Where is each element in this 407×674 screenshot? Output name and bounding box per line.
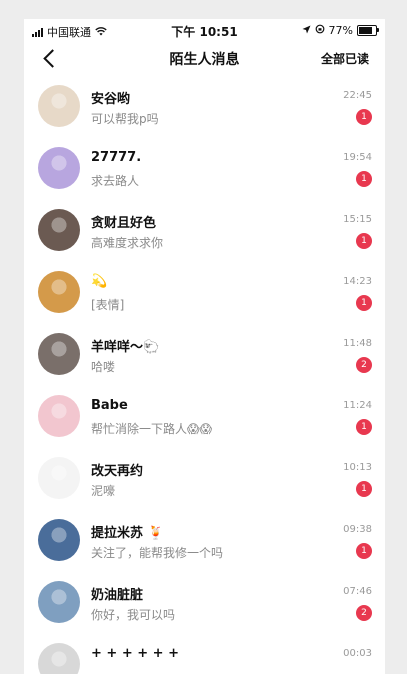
message-preview: 高难度求求你	[91, 236, 164, 250]
avatar[interactable]	[38, 271, 80, 313]
conversation-list: 安谷哟 可以帮我p吗 22:45 1 27777. 求去路人 19:54 1 贪…	[24, 77, 385, 674]
avatar[interactable]	[38, 333, 80, 375]
conversation-row[interactable]: 💫 [表情] 14:23 1	[24, 263, 385, 325]
message-time: 07:46	[343, 586, 372, 597]
status-right: 77%	[302, 24, 379, 37]
avatar[interactable]	[38, 147, 80, 189]
conversation-row[interactable]: Babe 帮忙消除一下路人😱😱 11:24 1	[24, 387, 385, 449]
rotation-lock-icon	[315, 24, 325, 37]
message-preview: 可以帮我p吗	[91, 112, 159, 126]
message-preview: 关注了，能帮我修一个吗	[91, 546, 224, 560]
avatar[interactable]	[38, 519, 80, 561]
unread-badge: 1	[356, 543, 372, 559]
message-time: 15:15	[343, 214, 372, 225]
message-preview: [表情]	[91, 298, 125, 312]
contact-name: 羊咩咩～🐑	[91, 340, 160, 355]
contact-name: 💫	[91, 274, 108, 289]
unread-badge: 1	[356, 481, 372, 497]
conversation-row[interactable]: 改天再约 泥嚎 10:13 1	[24, 449, 385, 511]
unread-badge: 1	[356, 419, 372, 435]
message-time: 19:54	[343, 152, 372, 163]
message-time: 11:24	[343, 400, 372, 411]
contact-name: 改天再约	[91, 464, 144, 479]
mark-all-read-button[interactable]: 全部已读	[321, 50, 369, 67]
conversation-row[interactable]: 贪财且好色 高难度求求你 15:15 1	[24, 201, 385, 263]
message-preview: 你好，我可以吗	[91, 608, 176, 622]
contact-name: 奶油脏脏	[91, 588, 144, 603]
conversation-row[interactable]: + + + + + + 00:03	[24, 635, 385, 674]
battery-icon	[357, 25, 379, 36]
conversation-row[interactable]: 奶油脏脏 你好，我可以吗 07:46 2	[24, 573, 385, 635]
unread-badge: 1	[356, 109, 372, 125]
location-icon	[302, 24, 311, 37]
conversation-row[interactable]: 提拉米苏 🍹 关注了，能帮我修一个吗 09:38 1	[24, 511, 385, 573]
unread-badge: 1	[356, 233, 372, 249]
conversation-row[interactable]: 羊咩咩～🐑 哈喽 11:48 2	[24, 325, 385, 387]
message-preview: 泥嚎	[91, 484, 116, 498]
contact-name: Babe	[91, 398, 128, 413]
message-preview: 求去路人	[91, 174, 140, 188]
message-time: 14:23	[343, 276, 372, 287]
avatar[interactable]	[38, 581, 80, 623]
message-time: 09:38	[343, 524, 372, 535]
avatar[interactable]	[38, 209, 80, 251]
unread-badge: 1	[356, 295, 372, 311]
unread-badge: 1	[356, 171, 372, 187]
contact-name: 27777.	[91, 150, 142, 165]
message-preview: 哈喽	[91, 360, 116, 374]
contact-name: 提拉米苏 🍹	[91, 526, 164, 541]
contact-name: + + + + + +	[91, 646, 179, 661]
avatar[interactable]	[38, 643, 80, 674]
message-time: 10:13	[343, 462, 372, 473]
unread-badge: 2	[356, 605, 372, 621]
message-time: 00:03	[343, 648, 372, 659]
unread-badge: 2	[356, 357, 372, 373]
avatar[interactable]	[38, 395, 80, 437]
message-preview: 帮忙消除一下路人😱😱	[91, 422, 213, 436]
avatar[interactable]	[38, 85, 80, 127]
status-bar: 中国联通 下午 10:51 77%	[24, 19, 385, 41]
avatar[interactable]	[38, 457, 80, 499]
nav-bar: 陌生人消息 全部已读	[24, 41, 385, 75]
phone-screen: 中国联通 下午 10:51 77% 陌生人消息 全部已读 安谷哟 可以帮我p吗 …	[24, 19, 385, 674]
message-time: 22:45	[343, 90, 372, 101]
battery-percent: 77%	[328, 24, 353, 37]
contact-name: 安谷哟	[91, 92, 131, 107]
conversation-row[interactable]: 27777. 求去路人 19:54 1	[24, 139, 385, 201]
message-time: 11:48	[343, 338, 372, 349]
conversation-row[interactable]: 安谷哟 可以帮我p吗 22:45 1	[24, 77, 385, 139]
contact-name: 贪财且好色	[91, 216, 157, 231]
